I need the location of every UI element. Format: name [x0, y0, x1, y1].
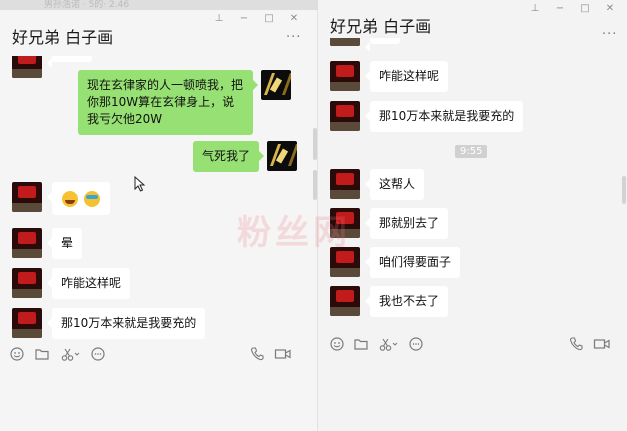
scrollbar-thumb[interactable] [313, 170, 317, 200]
contact-avatar[interactable] [12, 228, 42, 258]
chat-title: 好兄弟 白子画 [330, 17, 432, 36]
minimize-icon[interactable]: − [555, 4, 565, 14]
message-bubble: 那10万本来就是我要充的 [364, 101, 524, 132]
message-bubble: 那10万本来就是我要充的 [46, 308, 206, 339]
message-bubble: 晕 [46, 228, 83, 259]
right-chat-window: ⊥ − □ ✕ 好兄弟 白子画 ··· 咋能这样呢 那10万本来就是我要充的 9… [318, 0, 627, 431]
close-icon[interactable]: ✕ [289, 14, 299, 24]
message-bubble: 现在玄律家的人一顿喷我，把你那10W算在玄律身上，说我亏欠他20W [78, 70, 258, 135]
message-bubble: 咋能这样呢 [364, 61, 449, 92]
right-window-controls: ⊥ − □ ✕ [530, 4, 615, 14]
folder-icon[interactable] [353, 336, 369, 352]
pin-icon[interactable]: ⊥ [214, 14, 224, 24]
more-options-button[interactable]: ··· [286, 30, 301, 45]
maximize-icon[interactable]: □ [580, 4, 590, 14]
phone-icon[interactable] [568, 336, 584, 352]
input-toolbar [318, 336, 627, 354]
contact-avatar[interactable] [330, 61, 360, 91]
video-icon[interactable] [593, 336, 611, 352]
scissors-icon[interactable] [378, 336, 398, 352]
mouse-cursor-icon [134, 176, 146, 192]
self-avatar[interactable] [261, 70, 291, 100]
emoji-icon[interactable] [329, 336, 345, 352]
message-bubble: 这帮人 [364, 169, 425, 200]
message-row-outgoing: 现在玄律家的人一顿喷我，把你那10W算在玄律身上，说我亏欠他20W [78, 70, 291, 135]
minimize-icon[interactable]: − [239, 14, 249, 24]
left-window-controls: ⊥ − □ ✕ [214, 14, 299, 24]
scrollbar-thumb[interactable] [313, 128, 317, 160]
chat-title: 好兄弟 白子画 [12, 28, 114, 47]
chat-bubble-icon[interactable] [90, 346, 106, 362]
message-bubble [365, 38, 400, 52]
message-bubble: 咱们得要面子 [364, 247, 461, 278]
message-row-incoming: 晕 [12, 228, 83, 259]
message-bubble [47, 182, 110, 215]
contact-avatar[interactable] [12, 56, 42, 78]
message-list[interactable]: 咋能这样呢 那10万本来就是我要充的 9:55 这帮人 那就别去了 咱们得要面子… [318, 38, 627, 324]
contact-avatar[interactable] [330, 286, 360, 316]
scrollbar-thumb[interactable] [622, 176, 626, 204]
message-list[interactable]: 现在玄律家的人一顿喷我，把你那10W算在玄律身上，说我亏欠他20W 气死我了 晕… [0, 56, 317, 348]
laughing-crying-emoji [62, 190, 78, 207]
crying-emoji [84, 190, 100, 207]
folder-icon[interactable] [34, 346, 50, 362]
input-toolbar [0, 346, 317, 364]
contact-avatar[interactable] [12, 308, 42, 338]
video-icon[interactable] [274, 346, 292, 362]
chat-bubble-icon[interactable] [408, 336, 424, 352]
message-bubble: 咋能这样呢 [46, 268, 131, 299]
emoji-icon[interactable] [9, 346, 25, 362]
message-bubble: 气死我了 [193, 141, 265, 172]
maximize-icon[interactable]: □ [264, 14, 274, 24]
contact-avatar[interactable] [12, 182, 42, 212]
message-row-partial [330, 38, 400, 52]
contact-avatar[interactable] [12, 268, 42, 298]
self-avatar[interactable] [267, 141, 298, 171]
pin-icon[interactable]: ⊥ [530, 4, 540, 14]
message-row-incoming: 我也不去了 [330, 286, 449, 317]
message-row-incoming: 那10万本来就是我要充的 [12, 308, 206, 339]
message-bubble [47, 56, 92, 68]
close-icon[interactable]: ✕ [605, 4, 615, 14]
message-bubble: 那就别去了 [364, 208, 449, 239]
contact-avatar[interactable] [330, 38, 360, 46]
message-row-incoming: 这帮人 [330, 169, 425, 200]
timestamp-chip: 9:55 [455, 145, 488, 158]
scissors-icon[interactable] [60, 346, 80, 362]
background-caption: 男孙浩诺 · 5的· 2.46 [44, 0, 130, 10]
message-row-outgoing: 气死我了 [193, 141, 298, 172]
watermark-text: 粉丝网 [237, 213, 351, 253]
contact-avatar[interactable] [330, 101, 360, 131]
phone-icon[interactable] [249, 346, 265, 362]
contact-avatar[interactable] [330, 169, 360, 199]
message-row-incoming: 咋能这样呢 [330, 61, 449, 92]
message-row-incoming [12, 182, 110, 215]
message-bubble: 我也不去了 [364, 286, 449, 317]
message-row-incoming: 那10万本来就是我要充的 [330, 101, 524, 132]
message-row-incoming: 咋能这样呢 [12, 268, 131, 299]
